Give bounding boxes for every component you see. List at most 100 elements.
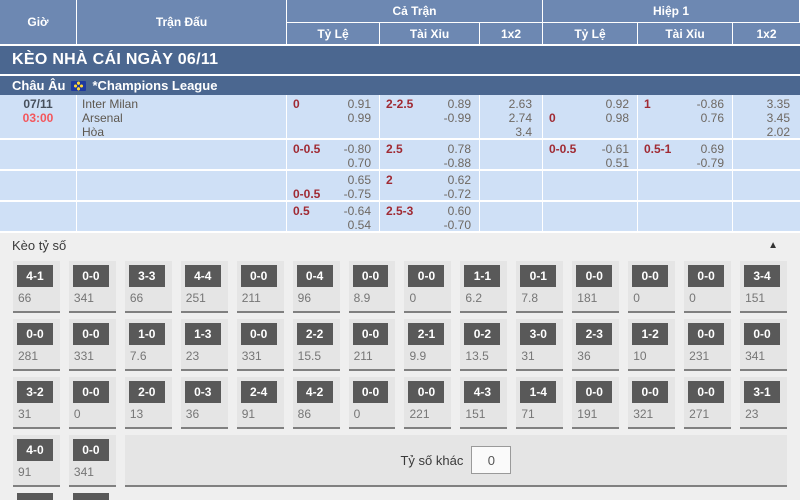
score-card[interactable]: 0-0281 bbox=[13, 319, 60, 371]
score-box: 0-0 bbox=[576, 381, 612, 403]
odds-cell-h1-handicap[interactable]: 0.9200.98 bbox=[543, 95, 638, 138]
score-card[interactable]: 0-336 bbox=[181, 377, 228, 429]
score-card[interactable]: 2-215.5 bbox=[293, 319, 340, 371]
score-card[interactable]: 1-471 bbox=[516, 377, 563, 429]
odds-cell-h1-handicap[interactable] bbox=[543, 171, 638, 200]
score-card[interactable]: 4-4251 bbox=[181, 261, 228, 313]
score-card[interactable]: 3-4151 bbox=[740, 261, 787, 313]
score-card[interactable]: 0-0181 bbox=[572, 261, 619, 313]
score-card[interactable]: 0-00 bbox=[404, 261, 451, 313]
score-card[interactable]: 0-00 bbox=[69, 377, 116, 429]
match-cell[interactable]: Inter MilanArsenalHòa bbox=[77, 95, 287, 138]
correct-score-section: Kèo tỷ số ▲ 4-1660-03413-3664-42510-0211… bbox=[0, 233, 800, 500]
score-card[interactable]: 0-0341 bbox=[69, 435, 116, 487]
league-bar[interactable]: Châu Âu *Champions League bbox=[0, 76, 800, 95]
odds-cell-ft-overunder[interactable]: 2.50.78-0.88 bbox=[380, 140, 480, 169]
odds-cell-ft-1x2[interactable] bbox=[480, 140, 543, 169]
score-card[interactable]: 4-091 bbox=[13, 435, 60, 487]
odds-cell-h1-handicap[interactable] bbox=[543, 202, 638, 231]
score-card[interactable]: 2-491 bbox=[237, 377, 284, 429]
score-card[interactable]: 0-0341 bbox=[69, 261, 116, 313]
score-card[interactable]: 2-013 bbox=[125, 377, 172, 429]
score-card[interactable]: 0-0231 bbox=[684, 319, 731, 371]
score-card[interactable]: 0-08.9 bbox=[349, 261, 396, 313]
score-card[interactable]: 0-0331 bbox=[237, 319, 284, 371]
odds-cell-h1-overunder[interactable] bbox=[638, 202, 733, 231]
odds-cell-h1-overunder[interactable]: 0.5-10.69-0.79 bbox=[638, 140, 733, 169]
odds-cell-h1-1x2[interactable]: 3.353.452.02 bbox=[733, 95, 800, 138]
score-card[interactable]: 3-231 bbox=[13, 377, 60, 429]
score-card[interactable]: 0-0271 bbox=[684, 377, 731, 429]
odds-cell-h1-1x2[interactable] bbox=[733, 202, 800, 231]
score-box: 0-4 bbox=[297, 265, 333, 287]
score-card[interactable]: 0-0211 bbox=[349, 319, 396, 371]
score-card[interactable]: 0-213.5 bbox=[460, 319, 507, 371]
score-card[interactable]: 0-0221 bbox=[404, 377, 451, 429]
odds-line: -0.79 bbox=[644, 156, 724, 169]
score-card[interactable]: 1-210 bbox=[628, 319, 675, 371]
odds-cell-ft-overunder[interactable]: 2.5-30.60-0.70 bbox=[380, 202, 480, 231]
score-odds-value: 66 bbox=[125, 287, 172, 305]
odds-1x2-value: 2.02 bbox=[739, 125, 790, 138]
other-score-input[interactable] bbox=[471, 446, 511, 474]
column-header-h1-overunder: Tài Xỉu bbox=[638, 23, 733, 44]
odds-cell-ft-1x2[interactable]: 2.632.743.4 bbox=[480, 95, 543, 138]
score-odds-value: 23 bbox=[740, 403, 787, 421]
score-odds-value: 151 bbox=[460, 403, 507, 421]
match-cell[interactable] bbox=[77, 202, 287, 231]
score-card[interactable]: 2-19.9 bbox=[404, 319, 451, 371]
score-card[interactable]: 1-07.6 bbox=[125, 319, 172, 371]
score-card[interactable]: 3-031 bbox=[516, 319, 563, 371]
score-card[interactable]: 0-0341 bbox=[740, 319, 787, 371]
odds-cell-ft-overunder[interactable]: 2-2.50.89-0.99 bbox=[380, 95, 480, 138]
score-card[interactable]: 0-496 bbox=[293, 261, 340, 313]
score-card[interactable]: 3-366 bbox=[125, 261, 172, 313]
score-card[interactable]: 0-0321 bbox=[628, 377, 675, 429]
odds-cell-ft-handicap[interactable]: 0-0.5-0.800.70 bbox=[287, 140, 380, 169]
score-card[interactable]: 2-336 bbox=[572, 319, 619, 371]
other-score-label: Tỷ số khác bbox=[400, 453, 463, 468]
score-card[interactable]: 0-0211 bbox=[237, 261, 284, 313]
score-card[interactable]: 0-17.8 bbox=[516, 261, 563, 313]
odds-cell-ft-handicap[interactable]: 0.650-0.5-0.75 bbox=[287, 171, 380, 200]
odds-cell-h1-1x2[interactable] bbox=[733, 171, 800, 200]
score-odds-value: 13.5 bbox=[460, 345, 507, 363]
odds-cell-h1-1x2[interactable] bbox=[733, 140, 800, 169]
score-odds-value: 15.5 bbox=[293, 345, 340, 363]
odds-line: 0-0.5-0.75 bbox=[293, 187, 371, 200]
match-cell[interactable] bbox=[77, 171, 287, 200]
odds-cell-h1-overunder[interactable]: 1-0.860.76 bbox=[638, 95, 733, 138]
odds-cell-ft-1x2[interactable] bbox=[480, 202, 543, 231]
odds-cell-ft-1x2[interactable] bbox=[480, 171, 543, 200]
odds-cell-ft-handicap[interactable]: 0.5-0.640.54 bbox=[287, 202, 380, 231]
match-cell[interactable] bbox=[77, 140, 287, 169]
score-odds-value: 231 bbox=[684, 345, 731, 363]
score-card[interactable]: 0-00 bbox=[684, 261, 731, 313]
score-card[interactable]: 4-3151 bbox=[460, 377, 507, 429]
score-card[interactable]: 4-286 bbox=[293, 377, 340, 429]
odds-cell-ft-handicap[interactable]: 00.910.99 bbox=[287, 95, 380, 138]
score-box: 2-3 bbox=[576, 323, 612, 345]
score-card[interactable]: 1-16.2 bbox=[460, 261, 507, 313]
score-card[interactable]: 0-00 bbox=[349, 377, 396, 429]
score-card[interactable]: 0-0331 bbox=[69, 319, 116, 371]
score-card[interactable]: 0-0191 bbox=[572, 377, 619, 429]
score-card-partial bbox=[69, 493, 116, 500]
score-odds-value: 0 bbox=[69, 403, 116, 421]
score-card[interactable]: 4-166 bbox=[13, 261, 60, 313]
score-odds-value: 181 bbox=[572, 287, 619, 305]
league-name-label: *Champions League bbox=[92, 78, 217, 93]
score-box: 3-4 bbox=[744, 265, 780, 287]
odds-cell-ft-overunder[interactable]: 20.62-0.72 bbox=[380, 171, 480, 200]
score-card[interactable]: 3-123 bbox=[740, 377, 787, 429]
column-group-first-half: Hiệp 1 bbox=[543, 0, 800, 23]
score-box: 0-0 bbox=[688, 381, 724, 403]
score-card[interactable]: 0-00 bbox=[628, 261, 675, 313]
score-card[interactable]: 1-323 bbox=[181, 319, 228, 371]
score-box: 2-1 bbox=[408, 323, 444, 345]
other-score-panel: Tỷ số khác bbox=[125, 435, 787, 487]
odds-cell-h1-handicap[interactable]: 0-0.5-0.610.51 bbox=[543, 140, 638, 169]
odds-cell-h1-overunder[interactable] bbox=[638, 171, 733, 200]
odds-line: 0-0.5-0.61 bbox=[549, 142, 629, 156]
collapse-arrow-icon[interactable]: ▲ bbox=[768, 240, 778, 251]
